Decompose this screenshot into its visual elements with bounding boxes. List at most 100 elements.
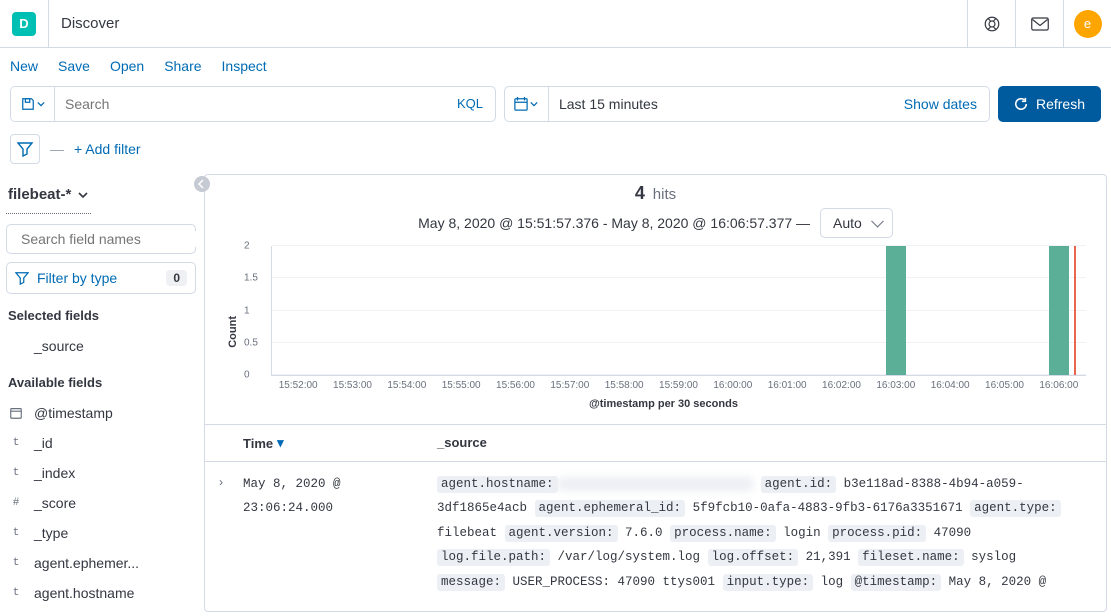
field-search[interactable] — [6, 224, 196, 254]
inspect-button[interactable]: Inspect — [222, 58, 267, 74]
add-filter-button[interactable]: + Add filter — [74, 141, 141, 157]
x-tick: 15:56:00 — [496, 380, 535, 391]
field-item[interactable]: t _id — [6, 428, 196, 458]
field-item[interactable]: t_type — [6, 518, 196, 548]
field-search-input[interactable] — [21, 231, 202, 247]
avatar: e — [1074, 10, 1102, 38]
x-tick: 15:54:00 — [387, 380, 426, 391]
field-item[interactable]: t _index — [6, 458, 196, 488]
kql-toggle[interactable]: KQL — [445, 87, 495, 121]
expand-row-button[interactable]: › — [205, 472, 237, 594]
help-icon[interactable] — [967, 0, 1015, 48]
y-axis-label: Count — [225, 316, 241, 348]
column-source-header[interactable]: _source — [437, 435, 1106, 451]
interval-select[interactable]: Auto — [820, 208, 893, 238]
selected-fields-label: Selected fields — [8, 308, 194, 323]
show-dates-button[interactable]: Show dates — [892, 87, 989, 121]
field-key: agent.ephemeral_id: — [535, 500, 686, 517]
field-key: agent.hostname: — [437, 476, 558, 493]
time-range-text: May 8, 2020 @ 15:51:57.376 - May 8, 2020… — [418, 215, 810, 231]
field-key: process.pid: — [828, 525, 926, 542]
x-tick: 15:52:00 — [279, 380, 318, 391]
search-input[interactable] — [55, 87, 445, 121]
field-type-icon: t — [8, 527, 24, 539]
field-type-icon: t — [8, 557, 24, 569]
x-tick: 16:02:00 — [822, 380, 861, 391]
x-tick: 16:06:00 — [1039, 380, 1078, 391]
field-item[interactable]: t agent.hostname — [6, 578, 196, 608]
filter-icon — [15, 271, 29, 285]
row-time: May 8, 2020 @ 23:06:24.000 — [237, 472, 437, 594]
field-type-icon: t — [8, 587, 24, 599]
field-name: @timestamp — [34, 405, 113, 421]
field-key: agent.version: — [505, 525, 618, 542]
new-button[interactable]: New — [10, 58, 38, 74]
saved-query-button[interactable] — [11, 87, 55, 121]
app-logo[interactable]: D — [12, 12, 36, 36]
x-tick: 15:59:00 — [659, 380, 698, 391]
available-fields-label: Available fields — [8, 375, 194, 390]
x-tick: 16:05:00 — [985, 380, 1024, 391]
x-tick: 15:55:00 — [442, 380, 481, 391]
field-name: agent.ephemer... — [34, 555, 139, 571]
refresh-icon — [1014, 97, 1028, 111]
y-tick: 0.5 — [244, 337, 258, 348]
field-key: agent.type: — [970, 500, 1061, 517]
field-key: @timestamp: — [851, 574, 942, 591]
field-key: agent.id: — [761, 476, 837, 493]
field-key: message: — [437, 574, 505, 591]
x-tick: 15:53:00 — [333, 380, 372, 391]
open-button[interactable]: Open — [110, 58, 144, 74]
field-item[interactable]: _source — [6, 331, 196, 361]
field-key: log.offset: — [708, 549, 799, 566]
column-time-header[interactable]: Time ▾ — [237, 435, 437, 451]
filter-by-type-button[interactable]: Filter by type 0 — [6, 262, 196, 294]
field-type-icon: # — [8, 497, 24, 509]
chevron-down-icon — [77, 189, 89, 201]
x-tick: 16:04:00 — [931, 380, 970, 391]
hits-label: hits — [653, 186, 676, 203]
sort-down-icon: ▾ — [277, 435, 284, 451]
field-name: _source — [34, 338, 84, 354]
x-axis-label: @timestamp per 30 seconds — [241, 394, 1086, 418]
index-pattern-selector[interactable]: filebeat-* — [6, 182, 91, 214]
field-name: _id — [34, 435, 53, 451]
field-key: input.type: — [723, 574, 814, 591]
histogram-bar[interactable] — [886, 246, 906, 375]
x-tick: 16:03:00 — [876, 380, 915, 391]
y-tick: 1.5 — [244, 273, 258, 284]
field-type-icon — [8, 406, 24, 420]
histogram-chart[interactable]: 00.511.52 — [271, 246, 1086, 376]
refresh-button[interactable]: Refresh — [998, 86, 1101, 122]
x-tick: 15:57:00 — [550, 380, 589, 391]
user-avatar[interactable]: e — [1063, 0, 1111, 48]
histogram-bar[interactable] — [1049, 246, 1069, 375]
date-picker-button[interactable] — [505, 87, 549, 121]
y-tick: 0 — [244, 370, 250, 381]
field-key: log.file.path: — [437, 549, 550, 566]
x-tick: 16:00:00 — [713, 380, 752, 391]
table-row: › May 8, 2020 @ 23:06:24.000 agent.hostn… — [205, 462, 1106, 608]
hits-count: 4 — [635, 183, 645, 203]
time-range[interactable]: Last 15 minutes — [549, 87, 892, 121]
page-title: Discover — [48, 0, 119, 48]
filter-count-badge: 0 — [166, 270, 187, 286]
field-type-icon: t — [8, 467, 24, 479]
field-type-icon: t — [8, 437, 24, 449]
share-button[interactable]: Share — [164, 58, 201, 74]
field-key: process.name: — [670, 525, 776, 542]
collapse-sidebar-button[interactable] — [194, 176, 210, 192]
y-tick: 1 — [244, 305, 250, 316]
divider: — — [50, 141, 64, 157]
mail-icon[interactable] — [1015, 0, 1063, 48]
row-source: agent.hostname:xxxxxxxxxxxxxxxxxxxxxxxxx… — [437, 472, 1106, 594]
field-name: _index — [34, 465, 75, 481]
save-button[interactable]: Save — [58, 58, 90, 74]
field-item[interactable]: #_score — [6, 488, 196, 518]
filter-menu-button[interactable] — [10, 134, 40, 164]
field-item[interactable]: t agent.ephemer... — [6, 548, 196, 578]
x-tick: 15:58:00 — [605, 380, 644, 391]
field-item[interactable]: @timestamp — [6, 398, 196, 428]
field-name: agent.hostname — [34, 585, 134, 601]
y-tick: 2 — [244, 241, 250, 252]
